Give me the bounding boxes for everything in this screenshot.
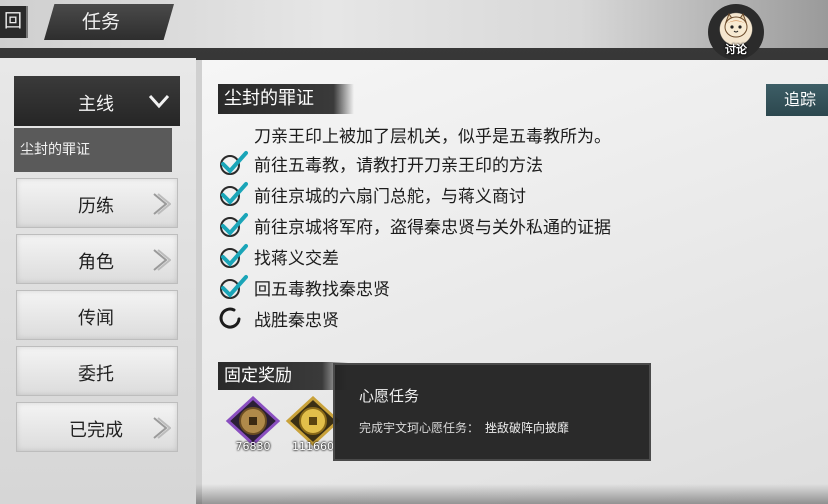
bottom-shade: [196, 484, 828, 504]
task-text: 前往京城将军府，盗得秦忠贤与关外私通的证据: [254, 218, 611, 238]
tooltip-body-text: 完成宇文珂心愿任务：: [359, 421, 480, 435]
top-bar: 回 任务: [0, 0, 828, 48]
sidebar-item-commission[interactable]: 委托: [16, 346, 178, 396]
task-item: 战胜秦忠贤: [216, 303, 696, 333]
chevron-right-icon: [153, 249, 171, 271]
tooltip-title: 心愿任务: [359, 387, 420, 405]
task-text: 前往京城的六扇门总舵，与蒋义商讨: [254, 187, 526, 207]
reward-amount: 76830: [235, 440, 271, 453]
chevron-down-icon: [148, 94, 170, 109]
reward-tooltip: 心愿任务 完成宇文珂心愿任务： 挫敌破阵向披靡: [333, 363, 651, 461]
reward-item[interactable]: 76830: [222, 395, 284, 454]
sidebar-item-rumors[interactable]: 传闻: [16, 290, 178, 340]
tooltip-target-quest: 挫敌破阵向披靡: [485, 421, 570, 435]
quest-title: 尘封的罪证: [218, 84, 354, 114]
task-text: 前往五毒教，请教打开刀亲王印的方法: [254, 156, 543, 176]
category-main-label: 主线: [78, 94, 114, 115]
back-button[interactable]: 回: [0, 6, 28, 38]
task-item: 前往京城将军府，盗得秦忠贤与关外私通的证据: [216, 210, 696, 240]
tooltip-body: 完成宇文珂心愿任务： 挫敌破阵向披靡: [359, 419, 569, 436]
discuss-label: 讨论: [725, 43, 747, 56]
progress-ring-icon: [219, 307, 241, 329]
quest-list-item-active[interactable]: 尘封的罪证: [14, 128, 172, 172]
checkmark-icon: [220, 213, 248, 237]
sidebar-item-label: 传闻: [78, 308, 114, 329]
category-main-story[interactable]: 主线: [14, 76, 180, 126]
quest-description: 刀亲王印上被加了层机关，似乎是五毒教所为。: [254, 127, 611, 147]
task-item: 前往京城的六扇门总舵，与蒋义商讨: [216, 179, 696, 209]
task-item: 回五毒教找秦忠贤: [216, 272, 696, 302]
reward-section-title: 固定奖励: [218, 362, 348, 390]
discuss-button[interactable]: 讨论: [708, 4, 764, 60]
task-text: 回五毒教找秦忠贤: [254, 280, 390, 300]
task-item: 找蒋义交差: [216, 241, 696, 271]
page-title: 任务: [44, 4, 174, 40]
task-item: 前往五毒教，请教打开刀亲王印的方法: [216, 148, 696, 178]
sidebar-item-character[interactable]: 角色: [16, 234, 178, 284]
track-button[interactable]: 追踪: [766, 84, 828, 116]
cat-avatar-icon: [724, 12, 748, 38]
task-text: 找蒋义交差: [254, 249, 339, 269]
sidebar-item-label: 委托: [78, 364, 114, 385]
task-text: 战胜秦忠贤: [254, 311, 339, 331]
chevron-right-icon: [153, 417, 171, 439]
checkmark-icon: [220, 151, 248, 175]
copper-coin-icon: [225, 395, 281, 447]
category-sidebar: 主线 尘封的罪证 历练 角色 传闻 委托 已完成: [0, 58, 196, 504]
sidebar-item-completed[interactable]: 已完成: [16, 402, 178, 452]
sidebar-item-training[interactable]: 历练: [16, 178, 178, 228]
checkmark-icon: [220, 182, 248, 206]
chevron-right-icon: [153, 193, 171, 215]
checkmark-icon: [220, 244, 248, 268]
checkmark-icon: [220, 275, 248, 299]
